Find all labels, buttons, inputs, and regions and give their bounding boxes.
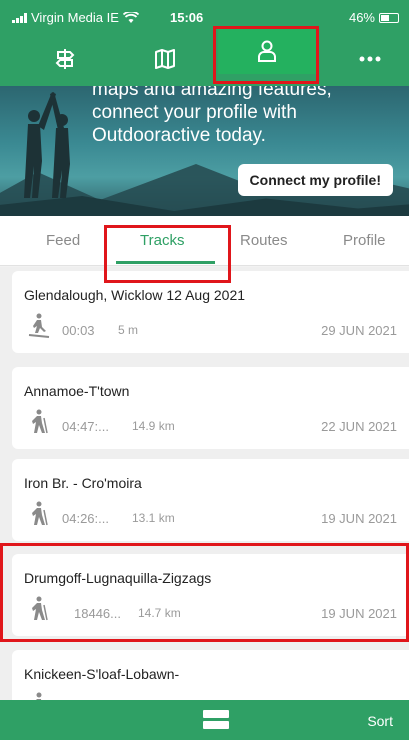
hiking-icon <box>32 409 48 434</box>
status-bar: Virgin Media IE 15:06 46% <box>0 0 409 36</box>
track-item[interactable]: Iron Br. - Cro'moira 04:26:... 13.1 km 1… <box>12 459 409 541</box>
ski-touring-icon <box>28 313 50 338</box>
track-item[interactable]: Knickeen-S'loaf-Lobawn- <box>12 650 409 700</box>
track-title: Iron Br. - Cro'moira <box>24 475 142 491</box>
track-distance: 5 m <box>118 323 139 337</box>
battery-icon <box>379 12 399 23</box>
nav-map[interactable] <box>135 38 195 80</box>
signal-icon <box>12 12 27 23</box>
track-date: 29 JUN 2021 <box>321 323 397 338</box>
battery-percent: 46% <box>348 10 375 25</box>
track-title: Glendalough, Wicklow 12 Aug 2021 <box>24 287 246 303</box>
list-view-icon[interactable] <box>203 710 229 730</box>
profile-banner: maps and amazing features, connect your … <box>0 86 409 216</box>
hikers-silhouette-icon <box>24 92 70 198</box>
track-duration: 00:03 <box>62 323 95 338</box>
track-item[interactable]: Glendalough, Wicklow 12 Aug 2021 00:03 5… <box>12 271 409 353</box>
tab-profile[interactable]: Profile <box>343 232 386 249</box>
tab-routes[interactable]: Routes <box>240 232 288 249</box>
wifi-icon <box>122 11 139 23</box>
main-nav <box>0 28 409 86</box>
carrier-label: Virgin Media IE <box>31 10 119 25</box>
track-title: Knickeen-S'loaf-Lobawn- <box>24 666 180 682</box>
more-icon <box>359 56 381 62</box>
nav-routes-signpost[interactable] <box>35 38 95 80</box>
map-icon <box>155 49 175 69</box>
track-item[interactable]: Annamoe-T'town 04:47:... 14.9 km 22 JUN … <box>12 367 409 449</box>
track-date: 19 JUN 2021 <box>321 511 397 526</box>
banner-text: maps and amazing features, connect your … <box>92 86 332 146</box>
tab-feed[interactable]: Feed <box>46 232 80 249</box>
track-date: 22 JUN 2021 <box>321 419 397 434</box>
highlight-box-nav-profile <box>213 26 319 84</box>
track-distance: 13.1 km <box>132 511 175 525</box>
sort-button[interactable]: Sort <box>367 713 393 729</box>
bottom-bar: Sort <box>0 700 409 740</box>
status-time: 15:06 <box>170 10 204 25</box>
track-distance: 14.9 km <box>132 419 175 433</box>
nav-more[interactable] <box>340 38 400 80</box>
track-duration: 04:47:... <box>62 419 109 434</box>
track-duration: 04:26:... <box>62 511 109 526</box>
highlight-box-tracks-tab <box>104 225 231 283</box>
highlight-box-track-item <box>0 543 409 642</box>
signpost-icon <box>55 49 75 69</box>
connect-profile-button[interactable]: Connect my profile! <box>237 164 393 196</box>
track-title: Annamoe-T'town <box>24 383 130 399</box>
hiking-icon <box>36 692 42 700</box>
hiking-icon <box>32 501 48 526</box>
top-bar: Virgin Media IE 15:06 46% <box>0 0 409 86</box>
